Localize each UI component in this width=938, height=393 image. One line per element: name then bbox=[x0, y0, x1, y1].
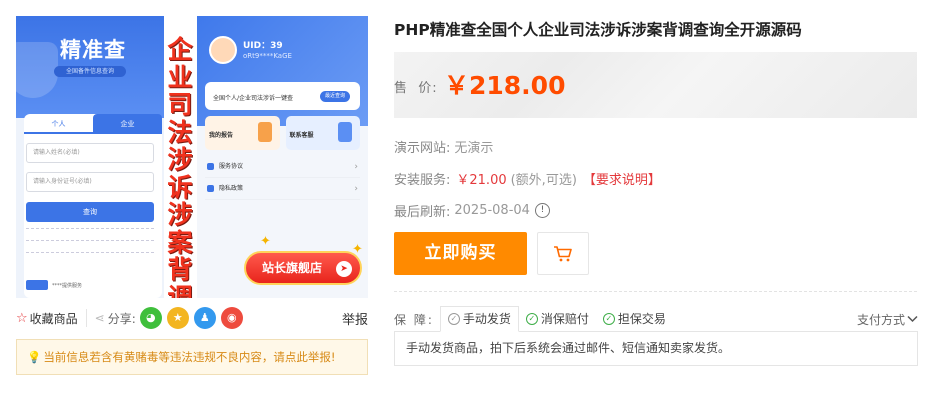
tab-consumer-protection[interactable]: ✓ 消保赔付 bbox=[519, 306, 596, 332]
history-chip bbox=[26, 280, 48, 290]
install-extra: (额外,可选) bbox=[510, 173, 577, 188]
add-to-cart-button[interactable] bbox=[537, 232, 589, 275]
action-bar: ☆ 收藏商品 ⋖ 分享: ◕ ★ ♟ ◉ 举报 bbox=[16, 306, 368, 330]
support-icon bbox=[338, 122, 352, 142]
install-price: ￥21.00 bbox=[456, 173, 507, 188]
tab-company: 企业 bbox=[93, 114, 162, 134]
share-icon: ⋖ bbox=[94, 311, 105, 325]
service-provider-text: ****提供服务 bbox=[52, 282, 83, 289]
payment-method-dropdown[interactable]: 支付方式 bbox=[857, 311, 918, 328]
favorite-button[interactable]: ☆ 收藏商品 bbox=[16, 310, 78, 327]
buy-now-button[interactable]: 立即购买 bbox=[394, 232, 527, 275]
check-icon: ✓ bbox=[525, 313, 538, 325]
report-notice[interactable]: 💡 当前信息若含有黄赌毒等违法违规不良内容，请点此举报! bbox=[16, 339, 368, 375]
share-label: ⋖ 分享: bbox=[94, 311, 136, 326]
requirement-link[interactable]: 【要求说明】 bbox=[583, 169, 661, 188]
user-uid: UID：39 bbox=[243, 41, 283, 51]
price-value: ￥218.00 bbox=[444, 71, 566, 100]
divider bbox=[85, 309, 87, 327]
vertical-promo-text: 企 业 司 法 涉 诉 涉 案 背 调 bbox=[167, 35, 193, 298]
check-icon: ✓ bbox=[447, 313, 460, 325]
tab-escrow-trade[interactable]: ✓ 担保交易 bbox=[596, 306, 673, 332]
share-icons: ◕ ★ ♟ ◉ bbox=[139, 307, 243, 329]
demo-label: 演示网站: bbox=[394, 141, 451, 156]
qq-icon[interactable]: ♟ bbox=[193, 307, 216, 329]
wechat-icon[interactable]: ◕ bbox=[139, 307, 162, 329]
tab-personal: 个人 bbox=[24, 114, 93, 134]
query-button: 查询 bbox=[26, 202, 154, 222]
tile-my-reports: 我的报告 bbox=[205, 116, 280, 150]
guarantee-tabs: 保 障: ✓ 手动发货 ✓ 消保赔付 ✓ 担保交易 支付方式 bbox=[394, 306, 918, 332]
report-link[interactable]: 举报 bbox=[342, 309, 368, 328]
app-brand: 精准查 bbox=[60, 37, 126, 62]
check-icon: ✓ bbox=[602, 313, 615, 325]
id-field: 请输入身份证号(必填) bbox=[26, 172, 154, 192]
tile-contact-support: 联系客服 bbox=[285, 116, 360, 150]
shield-icon bbox=[16, 42, 58, 98]
cart-icon bbox=[554, 245, 572, 261]
arrow-icon: ➤ bbox=[336, 261, 352, 277]
user-nickname: oRt9****KaGE bbox=[243, 52, 292, 60]
chevron-down-icon bbox=[907, 315, 918, 323]
sparkle-icon: ✦ bbox=[260, 234, 271, 249]
refresh-row: 最后刷新: 2025-08-04 ! bbox=[394, 201, 550, 220]
flagship-store-badge: 站长旗舰店 ➤ bbox=[244, 251, 362, 285]
guarantee-label: 保 障: bbox=[394, 312, 434, 327]
menu-item-service-agreement: 服务协议 bbox=[205, 156, 360, 178]
star-icon: ☆ bbox=[16, 310, 28, 326]
qzone-icon[interactable]: ★ bbox=[166, 307, 189, 329]
install-label: 安装服务: bbox=[394, 173, 451, 188]
price-box: 售 价: ￥218.00 bbox=[394, 52, 917, 118]
weibo-icon[interactable]: ◉ bbox=[220, 307, 243, 329]
menu-item-privacy-policy: 隐私政策 bbox=[205, 178, 360, 200]
price-label: 售 价: bbox=[394, 81, 438, 96]
phone-screenshot-search: 精准查 全国备件信息查询 个人 企业 请输入姓名(必填) 请输入身份证号(必填)… bbox=[16, 16, 164, 298]
demo-row: 演示网站: 无演示 bbox=[394, 137, 493, 156]
tab-manual-delivery[interactable]: ✓ 手动发货 bbox=[439, 306, 519, 332]
app-subtitle: 全国备件信息查询 bbox=[54, 66, 126, 77]
refresh-label: 最后刷新: bbox=[394, 205, 451, 220]
guarantee-description: 手动发货商品，拍下后系统会通过邮件、短信通知卖家发货。 bbox=[394, 331, 918, 366]
name-field: 请输入姓名(必填) bbox=[26, 143, 154, 163]
section-divider bbox=[394, 291, 917, 292]
avatar bbox=[209, 36, 237, 64]
product-image[interactable]: 精准查 全国备件信息查询 个人 企业 请输入姓名(必填) 请输入身份证号(必填)… bbox=[16, 16, 368, 298]
install-row: 安装服务: ￥21.00 (额外,可选) 【要求说明】 bbox=[394, 169, 661, 188]
report-icon bbox=[257, 122, 272, 142]
query-card: 全国个人/企业司法涉诉一键查 最近查询 bbox=[205, 82, 360, 110]
demo-value: 无演示 bbox=[454, 141, 494, 156]
lightbulb-icon: 💡 bbox=[27, 350, 42, 364]
product-title: PHP精准查全国个人企业司法涉诉涉案背调查询全开源源码 bbox=[394, 21, 802, 39]
refresh-date: 2025-08-04 bbox=[454, 203, 530, 218]
info-icon[interactable]: ! bbox=[534, 203, 550, 218]
